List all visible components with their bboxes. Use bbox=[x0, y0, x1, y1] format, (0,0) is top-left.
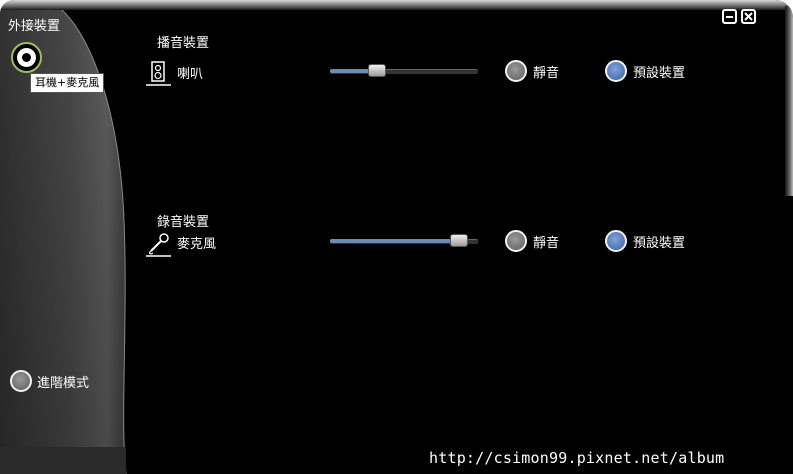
window-frame-top bbox=[0, 0, 793, 10]
playback-section-title: 播音裝置 bbox=[157, 36, 210, 51]
recording-device-name: 麥克風 bbox=[177, 237, 217, 252]
recording-section-title: 錄音裝置 bbox=[157, 215, 210, 230]
minimize-icon bbox=[726, 16, 733, 18]
playback-default-radio[interactable] bbox=[605, 60, 627, 82]
speaker-icon bbox=[146, 61, 171, 86]
playback-default-label: 預設裝置 bbox=[633, 66, 686, 81]
recording-volume-slider[interactable] bbox=[330, 231, 480, 251]
microphone-icon bbox=[146, 233, 171, 257]
playback-mute-radio[interactable] bbox=[505, 60, 527, 82]
sidebar-title: 外接裝置 bbox=[8, 19, 61, 34]
audio-manager-window: 外接裝置 耳機+麥克風 進階模式 播音裝置 喇叭 靜音 預設裝置 錄音裝置 麥克… bbox=[0, 0, 793, 474]
recording-default-label: 預設裝置 bbox=[633, 236, 686, 251]
recording-mute-label: 靜音 bbox=[533, 236, 560, 251]
headset-jack-icon-center bbox=[22, 53, 31, 62]
slider-fill bbox=[330, 239, 459, 243]
slider-thumb[interactable] bbox=[368, 64, 386, 77]
playback-device-name: 喇叭 bbox=[177, 67, 204, 82]
recording-mute-radio[interactable] bbox=[505, 230, 527, 252]
close-button[interactable] bbox=[741, 9, 756, 24]
slider-thumb[interactable] bbox=[450, 234, 468, 247]
recording-default-radio[interactable] bbox=[605, 230, 627, 252]
window-frame-right bbox=[785, 6, 793, 196]
device-tooltip: 耳機+麥克風 bbox=[30, 73, 105, 93]
headset-device-button[interactable] bbox=[11, 42, 42, 73]
playback-mute-label: 靜音 bbox=[533, 66, 560, 81]
advanced-mode-radio[interactable] bbox=[10, 370, 32, 392]
minimize-button[interactable] bbox=[722, 9, 737, 24]
playback-volume-slider[interactable] bbox=[330, 61, 480, 81]
close-icon bbox=[744, 12, 753, 21]
advanced-mode-label: 進階模式 bbox=[37, 376, 90, 391]
watermark-text: http://csimon99.pixnet.net/album bbox=[429, 449, 725, 467]
